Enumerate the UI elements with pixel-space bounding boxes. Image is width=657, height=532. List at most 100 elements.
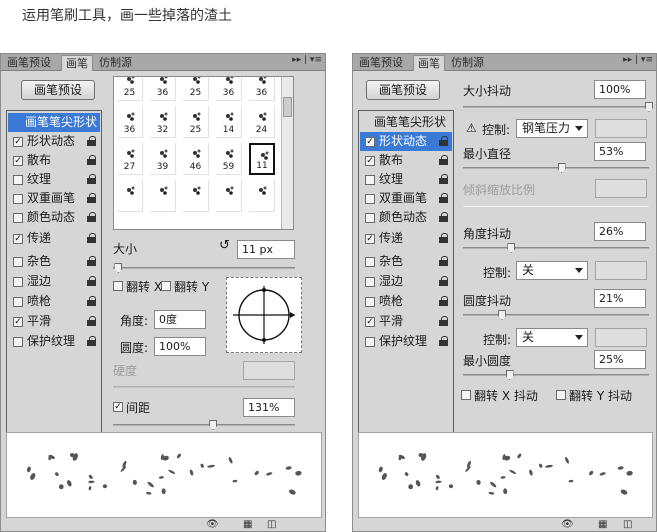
tab-brush[interactable]: 画笔 [61,55,93,71]
brush-tip[interactable]: 25 [183,106,209,138]
lock-icon[interactable] [439,276,448,287]
sidebar-item[interactable]: 颜色动态 [360,208,452,227]
lock-icon[interactable] [439,316,448,327]
sidebar-item-checkbox[interactable] [365,297,375,307]
lock-icon[interactable] [87,276,96,287]
brush-tip[interactable] [249,180,275,212]
brush-tip[interactable] [117,180,143,212]
brush-tip[interactable]: 25 [117,77,143,101]
flip-y-checkbox[interactable] [161,281,171,291]
sidebar-item-checkbox[interactable]: ✓ [13,137,23,147]
brush-tip[interactable]: 39 [150,143,176,175]
sidebar-item[interactable]: ✓ 平滑 [360,312,452,331]
min-roundness-field[interactable]: 25% [594,350,646,369]
sidebar-item-checkbox[interactable] [13,337,23,347]
min-roundness-slider[interactable] [463,370,649,380]
sidebar-item-checkbox[interactable]: ✓ [365,317,375,327]
control-select-angle[interactable]: 关 [516,261,588,280]
lock-icon[interactable] [439,155,448,166]
lock-icon[interactable] [439,136,448,147]
brush-tip[interactable]: 11 [249,143,275,175]
grid-scrollbar[interactable] [281,77,293,229]
brush-tip[interactable]: 59 [216,143,242,175]
lock-icon[interactable] [87,296,96,307]
panel-menu-icon[interactable]: ▸▸ | ▾≡ [292,55,322,65]
sidebar-item-brush-tip-shape[interactable]: 画笔笔尖形状 [8,113,100,132]
lock-icon[interactable] [439,256,448,267]
tab-clone-source[interactable]: 仿制源 [447,55,488,71]
lock-icon[interactable] [87,155,96,166]
sidebar-item[interactable]: ✓ 传递 [360,229,452,248]
brush-tip[interactable] [216,180,242,212]
grid-icon[interactable]: ▦ [598,519,607,530]
sidebar-item[interactable]: 喷枪 [8,292,100,311]
lock-icon[interactable] [439,212,448,223]
sidebar-item[interactable]: 保护纹理 [360,332,452,351]
roundness-jitter-field[interactable]: 21% [594,289,646,308]
brush-presets-button[interactable]: 画笔预设 [21,80,95,100]
lock-icon[interactable] [439,296,448,307]
brush-eye-icon[interactable]: 👁 [561,519,574,530]
spacing-field[interactable]: 131% [243,398,295,417]
control-select-roundness[interactable]: 关 [516,328,588,347]
size-field[interactable]: 11 px [237,240,295,259]
brush-tip[interactable]: 36 [249,77,275,101]
lock-icon[interactable] [87,212,96,223]
angle-field[interactable]: 0度 [154,310,206,329]
brush-eye-icon[interactable]: 👁 [206,519,219,530]
sidebar-item[interactable]: ✓ 平滑 [8,312,100,331]
sidebar-item-checkbox[interactable]: ✓ [365,234,375,244]
sidebar-item-checkbox[interactable] [13,277,23,287]
flip-x-checkbox[interactable] [113,281,123,291]
sidebar-item[interactable]: 双重画笔 [360,189,452,208]
spacing-checkbox[interactable]: ✓ [113,402,123,412]
lock-icon[interactable] [439,193,448,204]
sidebar-item[interactable]: 杂色 [8,252,100,271]
min-diameter-field[interactable]: 53% [594,142,646,161]
sidebar-item-checkbox[interactable] [365,194,375,204]
sidebar-item[interactable]: 双重画笔 [8,189,100,208]
angle-jitter-field[interactable]: 26% [594,222,646,241]
flip-x-jitter-checkbox[interactable] [461,390,471,400]
sidebar-item[interactable]: ✓ 传递 [8,229,100,248]
lock-icon[interactable] [87,256,96,267]
sidebar-item-checkbox[interactable] [13,175,23,185]
sidebar-item[interactable]: 杂色 [360,252,452,271]
brush-presets-button[interactable]: 画笔预设 [366,80,440,100]
brush-tip[interactable]: 32 [150,106,176,138]
size-jitter-field[interactable]: 100% [594,80,646,99]
new-preset-icon[interactable]: ◫ [623,519,632,530]
brush-tip[interactable]: 46 [183,143,209,175]
brush-tip[interactable]: 36 [216,77,242,101]
panel-menu-icon[interactable]: ▸▸ | ▾≡ [623,55,653,65]
sidebar-item-checkbox[interactable]: ✓ [365,137,375,147]
sidebar-item-checkbox[interactable] [365,175,375,185]
reset-size-icon[interactable]: ↺ [219,238,230,253]
sidebar-item[interactable]: 纹理 [8,170,100,189]
size-slider[interactable] [113,263,295,273]
brush-tip[interactable]: 27 [117,143,143,175]
roundness-jitter-slider[interactable] [463,310,649,320]
sidebar-item-checkbox[interactable] [365,213,375,223]
sidebar-item[interactable]: ✓ 散布 [360,151,452,170]
sidebar-item-checkbox[interactable]: ✓ [13,156,23,166]
brush-tip[interactable]: 24 [249,106,275,138]
angle-jitter-slider[interactable] [463,243,649,253]
sidebar-item[interactable]: 纹理 [360,170,452,189]
sidebar-item-checkbox[interactable]: ✓ [13,317,23,327]
sidebar-item-checkbox[interactable] [365,277,375,287]
sidebar-item[interactable]: ✓ 形状动态 [8,132,100,151]
size-jitter-slider[interactable] [463,102,653,112]
sidebar-item[interactable]: 喷枪 [360,292,452,311]
lock-icon[interactable] [87,233,96,244]
tab-clone-source[interactable]: 仿制源 [95,55,136,71]
brush-tip[interactable]: 36 [150,77,176,101]
tab-brush[interactable]: 画笔 [413,55,445,71]
lock-icon[interactable] [87,193,96,204]
grid-icon[interactable]: ▦ [243,519,252,530]
lock-icon[interactable] [87,336,96,347]
brush-tip[interactable]: 25 [183,77,209,101]
sidebar-item-brush-tip-shape[interactable]: 画笔笔尖形状 [360,113,452,132]
spacing-slider[interactable] [113,420,295,430]
lock-icon[interactable] [87,316,96,327]
